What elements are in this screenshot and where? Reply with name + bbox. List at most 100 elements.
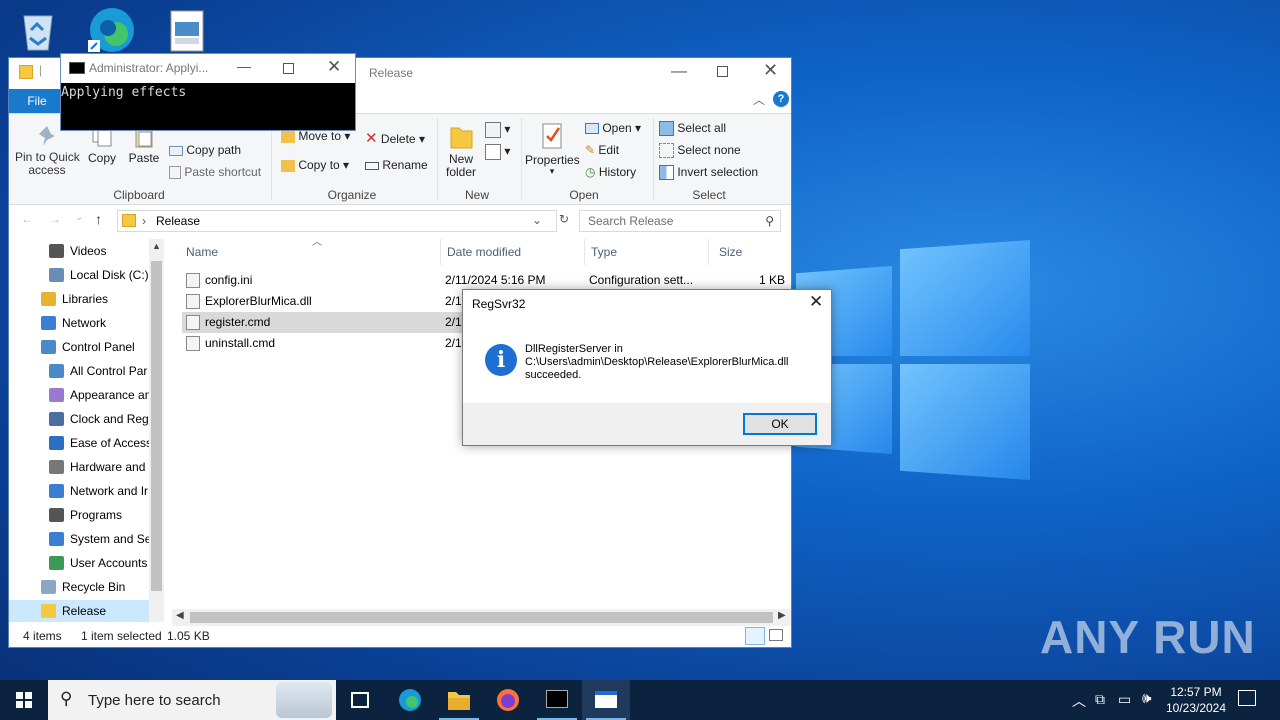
pin-to-quick-access-button[interactable]: Pin to Quick access bbox=[15, 124, 80, 177]
show-hidden-icons-button[interactable]: ︿ bbox=[1072, 691, 1086, 711]
file-name: uninstall.cmd bbox=[205, 336, 276, 350]
notifications-icon[interactable] bbox=[1238, 690, 1256, 706]
nav-item[interactable]: Ease of Access bbox=[9, 432, 149, 454]
delete-button[interactable]: ✕ Delete ▾ bbox=[365, 129, 425, 147]
easy-access-button[interactable]: ▾ bbox=[485, 144, 510, 160]
nav-item[interactable]: Recycle Bin bbox=[9, 576, 149, 598]
edit-button[interactable]: ✎ Edit bbox=[585, 143, 619, 157]
task-view-button[interactable] bbox=[336, 680, 384, 720]
address-box[interactable]: › Release ⌄ bbox=[117, 210, 557, 232]
console-window[interactable]: Administrator: Applyi... — ✕ Applying ef… bbox=[60, 53, 356, 131]
collapse-ribbon-icon[interactable]: ︿ bbox=[753, 91, 765, 108]
nav-item[interactable]: Release bbox=[9, 600, 149, 622]
scroll-up-icon[interactable]: ▲ bbox=[152, 241, 161, 251]
close-button[interactable]: ✕ bbox=[327, 57, 341, 77]
nav-item[interactable]: Local Disk (C:) bbox=[9, 264, 149, 286]
nav-item[interactable]: User Accounts bbox=[9, 552, 149, 574]
open-button[interactable]: Open ▾ bbox=[585, 121, 641, 135]
minimize-button[interactable]: — bbox=[237, 58, 251, 74]
scroll-right-icon[interactable]: ▶ bbox=[778, 610, 786, 621]
horizontal-scrollbar[interactable]: ◀ ▶ bbox=[172, 609, 791, 626]
watermark: ANY RUN bbox=[1040, 611, 1256, 663]
history-button[interactable]: ◷ History bbox=[585, 165, 636, 179]
nav-item[interactable]: Programs bbox=[9, 504, 149, 526]
nav-item[interactable]: Network bbox=[9, 312, 149, 334]
select-all-button[interactable]: Select all bbox=[659, 121, 726, 137]
ethernet-tray-icon[interactable]: ▭ bbox=[1118, 691, 1131, 708]
new-folder-button[interactable]: New folder bbox=[443, 122, 479, 179]
edge-desktop-icon[interactable] bbox=[86, 6, 134, 52]
new-item-button[interactable]: ▾ bbox=[485, 122, 510, 138]
history-icon: ◷ bbox=[585, 165, 596, 179]
copy-to-button[interactable]: Copy to ▾ bbox=[281, 158, 349, 172]
nav-item[interactable]: Libraries bbox=[9, 288, 149, 310]
column-type[interactable]: Type bbox=[591, 239, 617, 265]
column-size[interactable]: Size bbox=[719, 239, 742, 265]
paste-shortcut-button[interactable]: Paste shortcut bbox=[169, 165, 261, 180]
back-button[interactable]: ← bbox=[21, 212, 33, 226]
move-to-button[interactable]: Move to ▾ bbox=[281, 129, 350, 143]
details-view-icon[interactable] bbox=[745, 627, 765, 645]
nav-item[interactable]: Control Panel bbox=[9, 336, 149, 358]
dialog-app-icon bbox=[595, 691, 617, 708]
search-input[interactable]: Search Release ⚲ bbox=[579, 210, 781, 232]
clock[interactable]: 12:57 PM 10/23/2024 bbox=[1160, 684, 1232, 716]
folder-icon bbox=[41, 604, 56, 618]
network-icon bbox=[49, 484, 64, 498]
recent-locations-button[interactable]: ⌄ bbox=[75, 212, 83, 223]
ribbon-separator bbox=[521, 118, 522, 200]
nav-item[interactable]: All Control Par bbox=[9, 360, 149, 382]
minimize-button[interactable]: — bbox=[671, 63, 687, 81]
new-folder-icon bbox=[450, 127, 473, 149]
console-titlebar[interactable]: Administrator: Applyi... — ✕ bbox=[61, 54, 355, 83]
select-none-button[interactable]: Select none bbox=[659, 143, 741, 159]
nav-item[interactable]: System and Sec bbox=[9, 528, 149, 550]
window-title: Release bbox=[369, 66, 414, 80]
taskbar-edge[interactable] bbox=[386, 680, 434, 720]
address-dropdown-icon[interactable]: ⌄ bbox=[532, 213, 542, 227]
refresh-button[interactable]: ↻ bbox=[559, 212, 569, 226]
forward-button[interactable]: → bbox=[49, 212, 61, 226]
nav-scrollbar[interactable]: ▲ bbox=[149, 239, 164, 622]
close-button[interactable]: ✕ bbox=[763, 60, 778, 81]
regsvr32-dialog[interactable]: RegSvr32 ✕ i DllRegisterServer in C:\Use… bbox=[462, 289, 832, 446]
close-button[interactable]: ✕ bbox=[809, 292, 823, 312]
image-file-desktop-icon[interactable] bbox=[170, 10, 214, 54]
file-row[interactable]: config.ini 2/11/2024 5:16 PM Configuration… bbox=[182, 270, 785, 291]
hscroll-thumb[interactable] bbox=[190, 612, 773, 623]
navigation-pane[interactable]: Videos Local Disk (C:) Libraries Network Con… bbox=[9, 239, 164, 622]
maximize-button[interactable] bbox=[283, 63, 294, 74]
nav-item[interactable]: Clock and Regi bbox=[9, 408, 149, 430]
nav-item[interactable]: Videos bbox=[9, 240, 149, 262]
rename-button[interactable]: Rename bbox=[365, 158, 428, 172]
help-icon[interactable]: ? bbox=[773, 91, 789, 107]
taskbar-regsvr32[interactable] bbox=[582, 680, 630, 720]
network-tray-icon[interactable]: ⧉ bbox=[1095, 691, 1105, 708]
maximize-button[interactable] bbox=[717, 66, 728, 77]
file-size: 1 KB bbox=[758, 273, 785, 287]
scroll-left-icon[interactable]: ◀ bbox=[176, 610, 184, 621]
properties-button[interactable]: Properties ▾ bbox=[525, 122, 580, 176]
taskbar-firefox[interactable] bbox=[484, 680, 532, 720]
scroll-thumb[interactable] bbox=[151, 261, 162, 591]
nav-item[interactable]: Hardware and bbox=[9, 456, 149, 478]
column-date[interactable]: Date modified bbox=[447, 239, 521, 265]
nav-item[interactable]: Appearance an bbox=[9, 384, 149, 406]
taskbar-file-explorer[interactable] bbox=[435, 680, 483, 720]
recycle-bin-desktop-icon[interactable] bbox=[16, 8, 60, 52]
up-button[interactable]: ↑ bbox=[95, 211, 102, 227]
file-tab[interactable]: File bbox=[9, 89, 65, 113]
start-button[interactable] bbox=[16, 692, 32, 711]
taskbar-search-box[interactable]: ⚲ Type here to search bbox=[48, 680, 336, 720]
nav-item[interactable]: Network and Ir bbox=[9, 480, 149, 502]
volume-tray-icon[interactable]: 🕪 bbox=[1142, 690, 1151, 707]
invert-selection-button[interactable]: Invert selection bbox=[659, 165, 758, 181]
ok-button[interactable]: OK bbox=[743, 413, 817, 435]
console-icon bbox=[69, 62, 85, 74]
taskbar-console[interactable] bbox=[533, 680, 581, 720]
column-name[interactable]: Name bbox=[186, 239, 218, 265]
new-group-label: New bbox=[464, 188, 489, 202]
large-icons-view-icon[interactable] bbox=[769, 629, 783, 641]
appearance-icon bbox=[49, 388, 64, 402]
copy-path-button[interactable]: Copy path bbox=[169, 143, 241, 157]
